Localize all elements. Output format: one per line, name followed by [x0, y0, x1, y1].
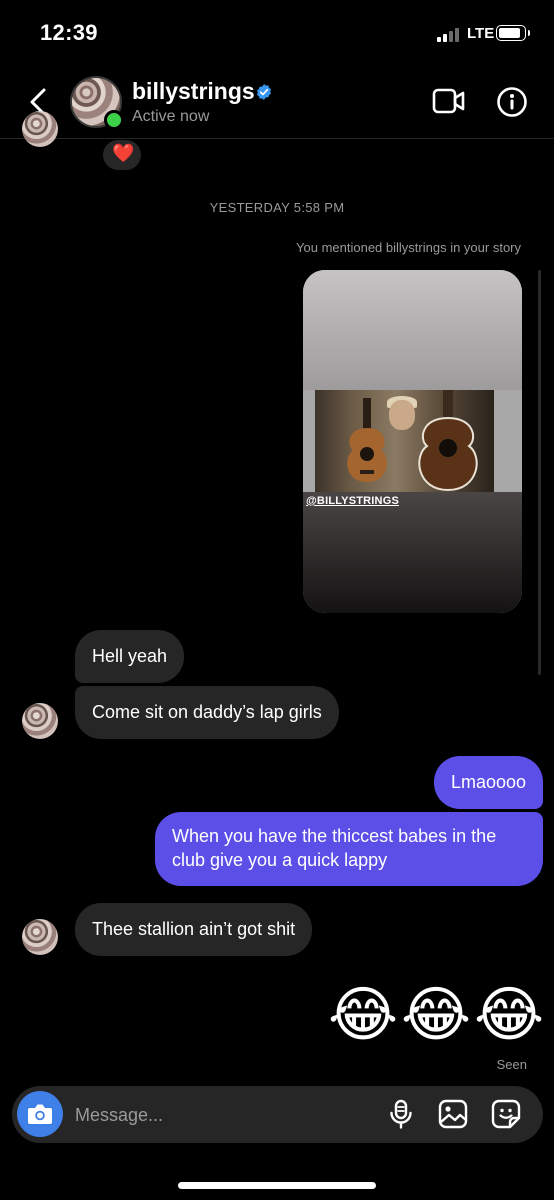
verified-badge-icon	[257, 84, 271, 100]
microphone-icon[interactable]	[385, 1098, 417, 1130]
message-timestamp: YESTERDAY 5:58 PM	[209, 200, 345, 215]
story-mention-tag: @BILLYSTRINGS	[306, 495, 399, 507]
person-face	[389, 400, 415, 430]
outgoing-message[interactable]: When you have the thiccest babes in the …	[155, 812, 543, 886]
camera-icon	[28, 1104, 52, 1124]
laughing-emoji-icon[interactable]: 😂	[401, 985, 471, 1045]
battery-icon	[496, 25, 530, 41]
guitar-image	[418, 390, 478, 492]
incoming-message[interactable]: Thee stallion ain’t got shit	[75, 903, 313, 956]
story-bottom-gradient	[303, 492, 522, 613]
incoming-message[interactable]: Hell yeah	[75, 630, 185, 683]
story-photo	[315, 390, 494, 492]
active-status: Active now	[132, 108, 210, 125]
story-mention-note: You mentioned billystrings in your story	[296, 240, 521, 255]
status-time: 12:39	[40, 20, 98, 45]
gallery-icon[interactable]	[437, 1098, 469, 1130]
laughing-emoji-icon[interactable]: 😂	[328, 985, 398, 1045]
network-label: LTE	[467, 25, 495, 42]
scrollbar[interactable]	[538, 270, 541, 675]
home-indicator[interactable]	[178, 1182, 376, 1189]
heart-reaction-icon: ❤️	[112, 143, 135, 163]
camera-button[interactable]	[17, 1091, 63, 1137]
sticker-icon[interactable]	[490, 1098, 522, 1130]
message-input[interactable]	[75, 1103, 365, 1127]
laughing-emoji-icon[interactable]: 😂	[474, 985, 544, 1045]
story-top-gradient	[303, 270, 522, 390]
reaction-pill[interactable]: ❤️	[103, 140, 141, 170]
contact-name[interactable]: billystrings	[132, 78, 255, 105]
contact-avatar-small	[22, 111, 58, 147]
header-divider	[0, 138, 554, 139]
seen-receipt: Seen	[496, 1057, 527, 1072]
guitar-image	[347, 398, 387, 482]
contact-avatar-small	[22, 919, 58, 955]
signal-icon	[437, 28, 463, 42]
contact-avatar-small	[22, 703, 58, 739]
online-status-dot	[104, 110, 124, 130]
video-call-icon[interactable]	[432, 87, 466, 115]
info-icon[interactable]	[496, 86, 528, 118]
story-mention-card[interactable]: @BILLYSTRINGS	[303, 270, 522, 613]
incoming-message[interactable]: Come sit on daddy’s lap girls	[75, 686, 339, 739]
outgoing-message[interactable]: Lmaoooo	[433, 756, 543, 809]
